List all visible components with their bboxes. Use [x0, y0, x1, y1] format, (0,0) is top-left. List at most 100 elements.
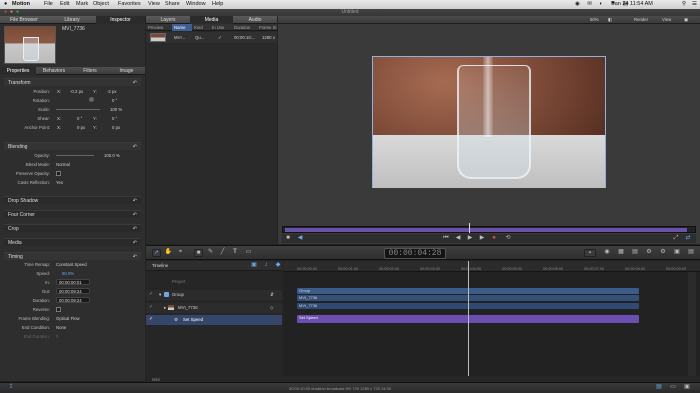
fullscreen-icon[interactable]: ⤢ — [672, 235, 680, 242]
layer-enable-checkbox[interactable]: ✓ — [149, 291, 153, 297]
anchor-y-value[interactable]: 0 px — [112, 125, 120, 130]
menu-file[interactable]: File — [44, 0, 53, 9]
timeline-playhead[interactable] — [468, 261, 469, 376]
reset-icon[interactable]: ↶ — [133, 79, 137, 87]
reset-icon[interactable]: ↶ — [133, 225, 137, 233]
render-menu[interactable]: Render — [634, 17, 648, 22]
duration-timecode-field[interactable]: 00:00:09:24 — [56, 297, 90, 303]
shape-tool-icon[interactable]: ■ — [194, 249, 203, 257]
behaviors-icon[interactable]: ⚙ — [658, 249, 668, 256]
show-video-icon[interactable]: ▣ — [250, 262, 258, 269]
tab-audio[interactable]: Audio — [233, 16, 277, 24]
close-icon[interactable]: ● — [4, 9, 7, 16]
column-kind[interactable]: Kind — [194, 24, 203, 31]
column-frame-size[interactable]: Frame Si — [259, 24, 276, 31]
out-timecode-field[interactable]: 00:00:09:24 — [56, 288, 90, 294]
section-drop-shadow[interactable]: Drop Shadow ↶ — [4, 196, 141, 204]
tab-library[interactable]: Library — [48, 16, 96, 24]
timeline-ruler[interactable]: 00:00:00:00 00:00:01:00 00:00:02:00 00:0… — [283, 261, 700, 272]
show-audio-icon[interactable]: ♪ — [262, 262, 270, 269]
position-x-value[interactable]: -0.2 px — [70, 89, 83, 94]
tab-filters[interactable]: Filters — [72, 67, 108, 75]
column-duration[interactable]: Duration — [234, 24, 250, 31]
opacity-slider[interactable] — [56, 155, 94, 156]
frame-blending-select[interactable]: Optical Flow — [56, 316, 80, 321]
view-menu[interactable]: View — [662, 17, 671, 22]
column-in-use[interactable]: In Use — [212, 24, 224, 31]
layer-enable-checkbox[interactable]: ✓ — [149, 316, 153, 322]
timecode-display[interactable]: 00:00:04:28 — [384, 248, 446, 259]
gear-icon[interactable]: ⚙ — [644, 249, 654, 256]
timeline-scrollbar[interactable] — [688, 272, 696, 376]
share-icon[interactable]: ⇪ — [6, 384, 16, 391]
opacity-value[interactable]: 100.0 % — [104, 153, 120, 158]
app-menu[interactable]: Motion — [12, 0, 30, 9]
menu-favorites[interactable]: Favorites — [118, 0, 141, 9]
tab-layers[interactable]: Layers — [146, 16, 190, 24]
new-camera-icon[interactable]: ▪ — [584, 249, 596, 257]
anchor-x-value[interactable]: 0 px — [77, 125, 85, 130]
reset-icon[interactable]: ↶ — [133, 143, 137, 151]
replicate-icon[interactable]: ▣ — [672, 249, 682, 256]
camera-tool-icon[interactable]: ⌖ — [176, 249, 185, 256]
apple-menu-icon[interactable]: ● — [4, 0, 7, 9]
speed-value[interactable]: 50.0% — [62, 271, 74, 276]
column-name[interactable]: Name — [172, 24, 192, 31]
audio-icon[interactable]: ◀ — [296, 235, 304, 242]
disclosure-icon[interactable]: ▸ — [164, 305, 166, 311]
shear-x-value[interactable]: 0 ° — [77, 116, 82, 121]
zoom-in-icon[interactable]: ▣ — [682, 384, 692, 391]
reset-icon[interactable]: ↶ — [133, 253, 137, 261]
bezier-tool-icon[interactable]: ✎ — [206, 249, 215, 256]
preserve-opacity-checkbox[interactable] — [56, 171, 61, 176]
section-transform[interactable]: Transform ↶ — [4, 78, 141, 86]
menu-mark[interactable]: Mark — [76, 0, 88, 9]
in-timecode-field[interactable]: 00:00:00:01 — [56, 279, 90, 285]
rotation-value[interactable]: 0 ° — [112, 98, 117, 103]
section-blending[interactable]: Blending ↶ — [4, 142, 141, 150]
lock-icon[interactable]: ◇ — [270, 305, 273, 311]
scale-slider[interactable] — [56, 109, 100, 110]
blend-mode-select[interactable]: Normal — [56, 162, 70, 167]
menu-share[interactable]: Share — [165, 0, 180, 9]
paint-tool-icon[interactable]: ╱ — [218, 249, 227, 256]
notification-icon[interactable]: ☰ — [692, 0, 697, 9]
record-dot-icon[interactable]: ● — [490, 235, 498, 242]
section-four-corner[interactable]: Four Corner ↶ — [4, 210, 141, 218]
channels-icon[interactable]: ◧ — [608, 17, 612, 23]
tab-behaviors[interactable]: Behaviors — [36, 67, 72, 75]
canvas-video-frame[interactable] — [372, 56, 606, 188]
tab-properties[interactable]: Properties — [0, 67, 36, 75]
record-icon[interactable]: ■ — [284, 235, 292, 242]
layer-row-project[interactable]: Project — [146, 277, 282, 286]
reset-icon[interactable]: ↶ — [133, 211, 137, 219]
menu-window[interactable]: Window — [186, 0, 206, 9]
disclosure-icon[interactable]: ▾ — [159, 292, 161, 298]
section-crop[interactable]: Crop ↶ — [4, 224, 141, 232]
zoom-icon[interactable]: ● — [16, 9, 19, 16]
casts-reflection-select[interactable]: Yes — [56, 180, 63, 185]
panel-toggle-icon[interactable]: ▤ — [654, 384, 664, 391]
layer-row-clip[interactable]: ✓ ▸ MVI_7736 ◇ — [146, 303, 282, 313]
reset-icon[interactable]: ↶ — [133, 239, 137, 247]
scale-value[interactable]: 100 % — [110, 107, 122, 112]
menu-object[interactable]: Object — [93, 0, 109, 9]
mask-tool-icon[interactable]: ▭ — [244, 249, 253, 256]
layer-row-group[interactable]: ✓ ▾ Group ⇵ — [146, 290, 282, 300]
zoom-level-select[interactable]: 50% — [590, 17, 599, 22]
loop-icon[interactable]: ⟲ — [504, 235, 512, 242]
layer-enable-checkbox[interactable]: ✓ — [149, 304, 153, 310]
position-y-value[interactable]: -2 px — [107, 89, 117, 94]
pan-tool-icon[interactable]: ✋ — [164, 249, 173, 256]
generators-icon[interactable]: ▦ — [616, 249, 626, 256]
sync-icon[interactable]: ⇄ — [684, 235, 692, 242]
select-tool-icon[interactable]: ➚ — [152, 249, 161, 257]
show-keyframes-icon[interactable]: ◆ — [274, 262, 282, 269]
play-icon[interactable]: ▶ — [466, 235, 474, 242]
menu-view[interactable]: View — [148, 0, 160, 9]
shear-y-value[interactable]: 0 ° — [112, 116, 117, 121]
step-forward-icon[interactable]: ▶ — [478, 235, 486, 242]
new-light-icon[interactable]: ◉ — [602, 249, 612, 256]
minimize-icon[interactable]: ● — [10, 9, 13, 16]
tab-image[interactable]: Image — [108, 67, 145, 75]
